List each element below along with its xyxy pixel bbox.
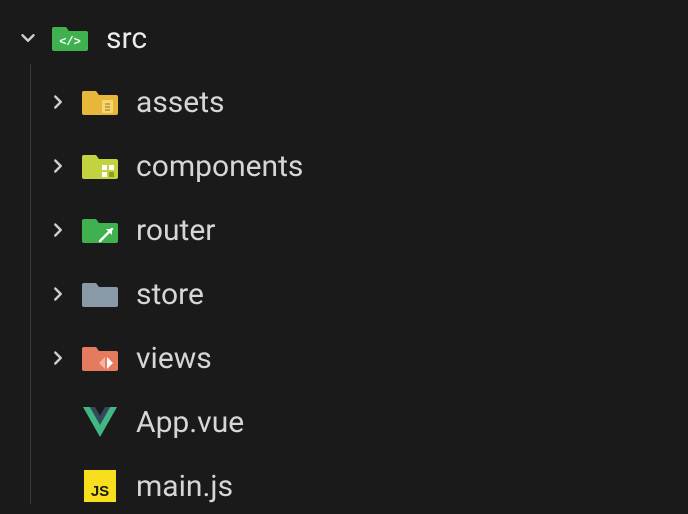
svg-text:</>: </> [59,35,81,49]
tree-item-label: assets [136,85,225,120]
indent-guide [30,64,31,504]
tree-item-main-js[interactable]: JS main.js [0,454,688,514]
src-folder-icon: </> [52,20,88,56]
tree-item-label: App.vue [136,405,244,440]
tree-item-label: views [136,341,212,376]
tree-item-label: router [136,213,215,248]
tree-item-label: main.js [136,469,233,504]
chevron-right-icon[interactable] [44,152,72,180]
assets-folder-icon [82,84,118,120]
tree-item-app-vue[interactable]: App.vue [0,390,688,454]
tree-item-label: components [136,149,303,184]
chevron-right-icon[interactable] [44,88,72,116]
tree-item-router[interactable]: router [0,198,688,262]
tree-item-label: src [106,21,147,56]
chevron-right-icon[interactable] [44,280,72,308]
chevron-down-icon[interactable] [14,24,42,52]
store-folder-icon [82,276,118,312]
tree-item-store[interactable]: store [0,262,688,326]
tree-item-views[interactable]: views [0,326,688,390]
file-tree: </> src assets [0,0,688,514]
tree-item-src[interactable]: </> src [0,6,688,70]
views-folder-icon [82,340,118,376]
tree-item-components[interactable]: components [0,134,688,198]
chevron-right-icon[interactable] [44,344,72,372]
components-folder-icon [82,148,118,184]
vue-file-icon [82,404,118,440]
router-folder-icon [82,212,118,248]
chevron-right-icon[interactable] [44,216,72,244]
tree-item-assets[interactable]: assets [0,70,688,134]
tree-item-label: store [136,277,204,312]
svg-text:JS: JS [91,483,109,500]
js-file-icon: JS [82,468,118,504]
